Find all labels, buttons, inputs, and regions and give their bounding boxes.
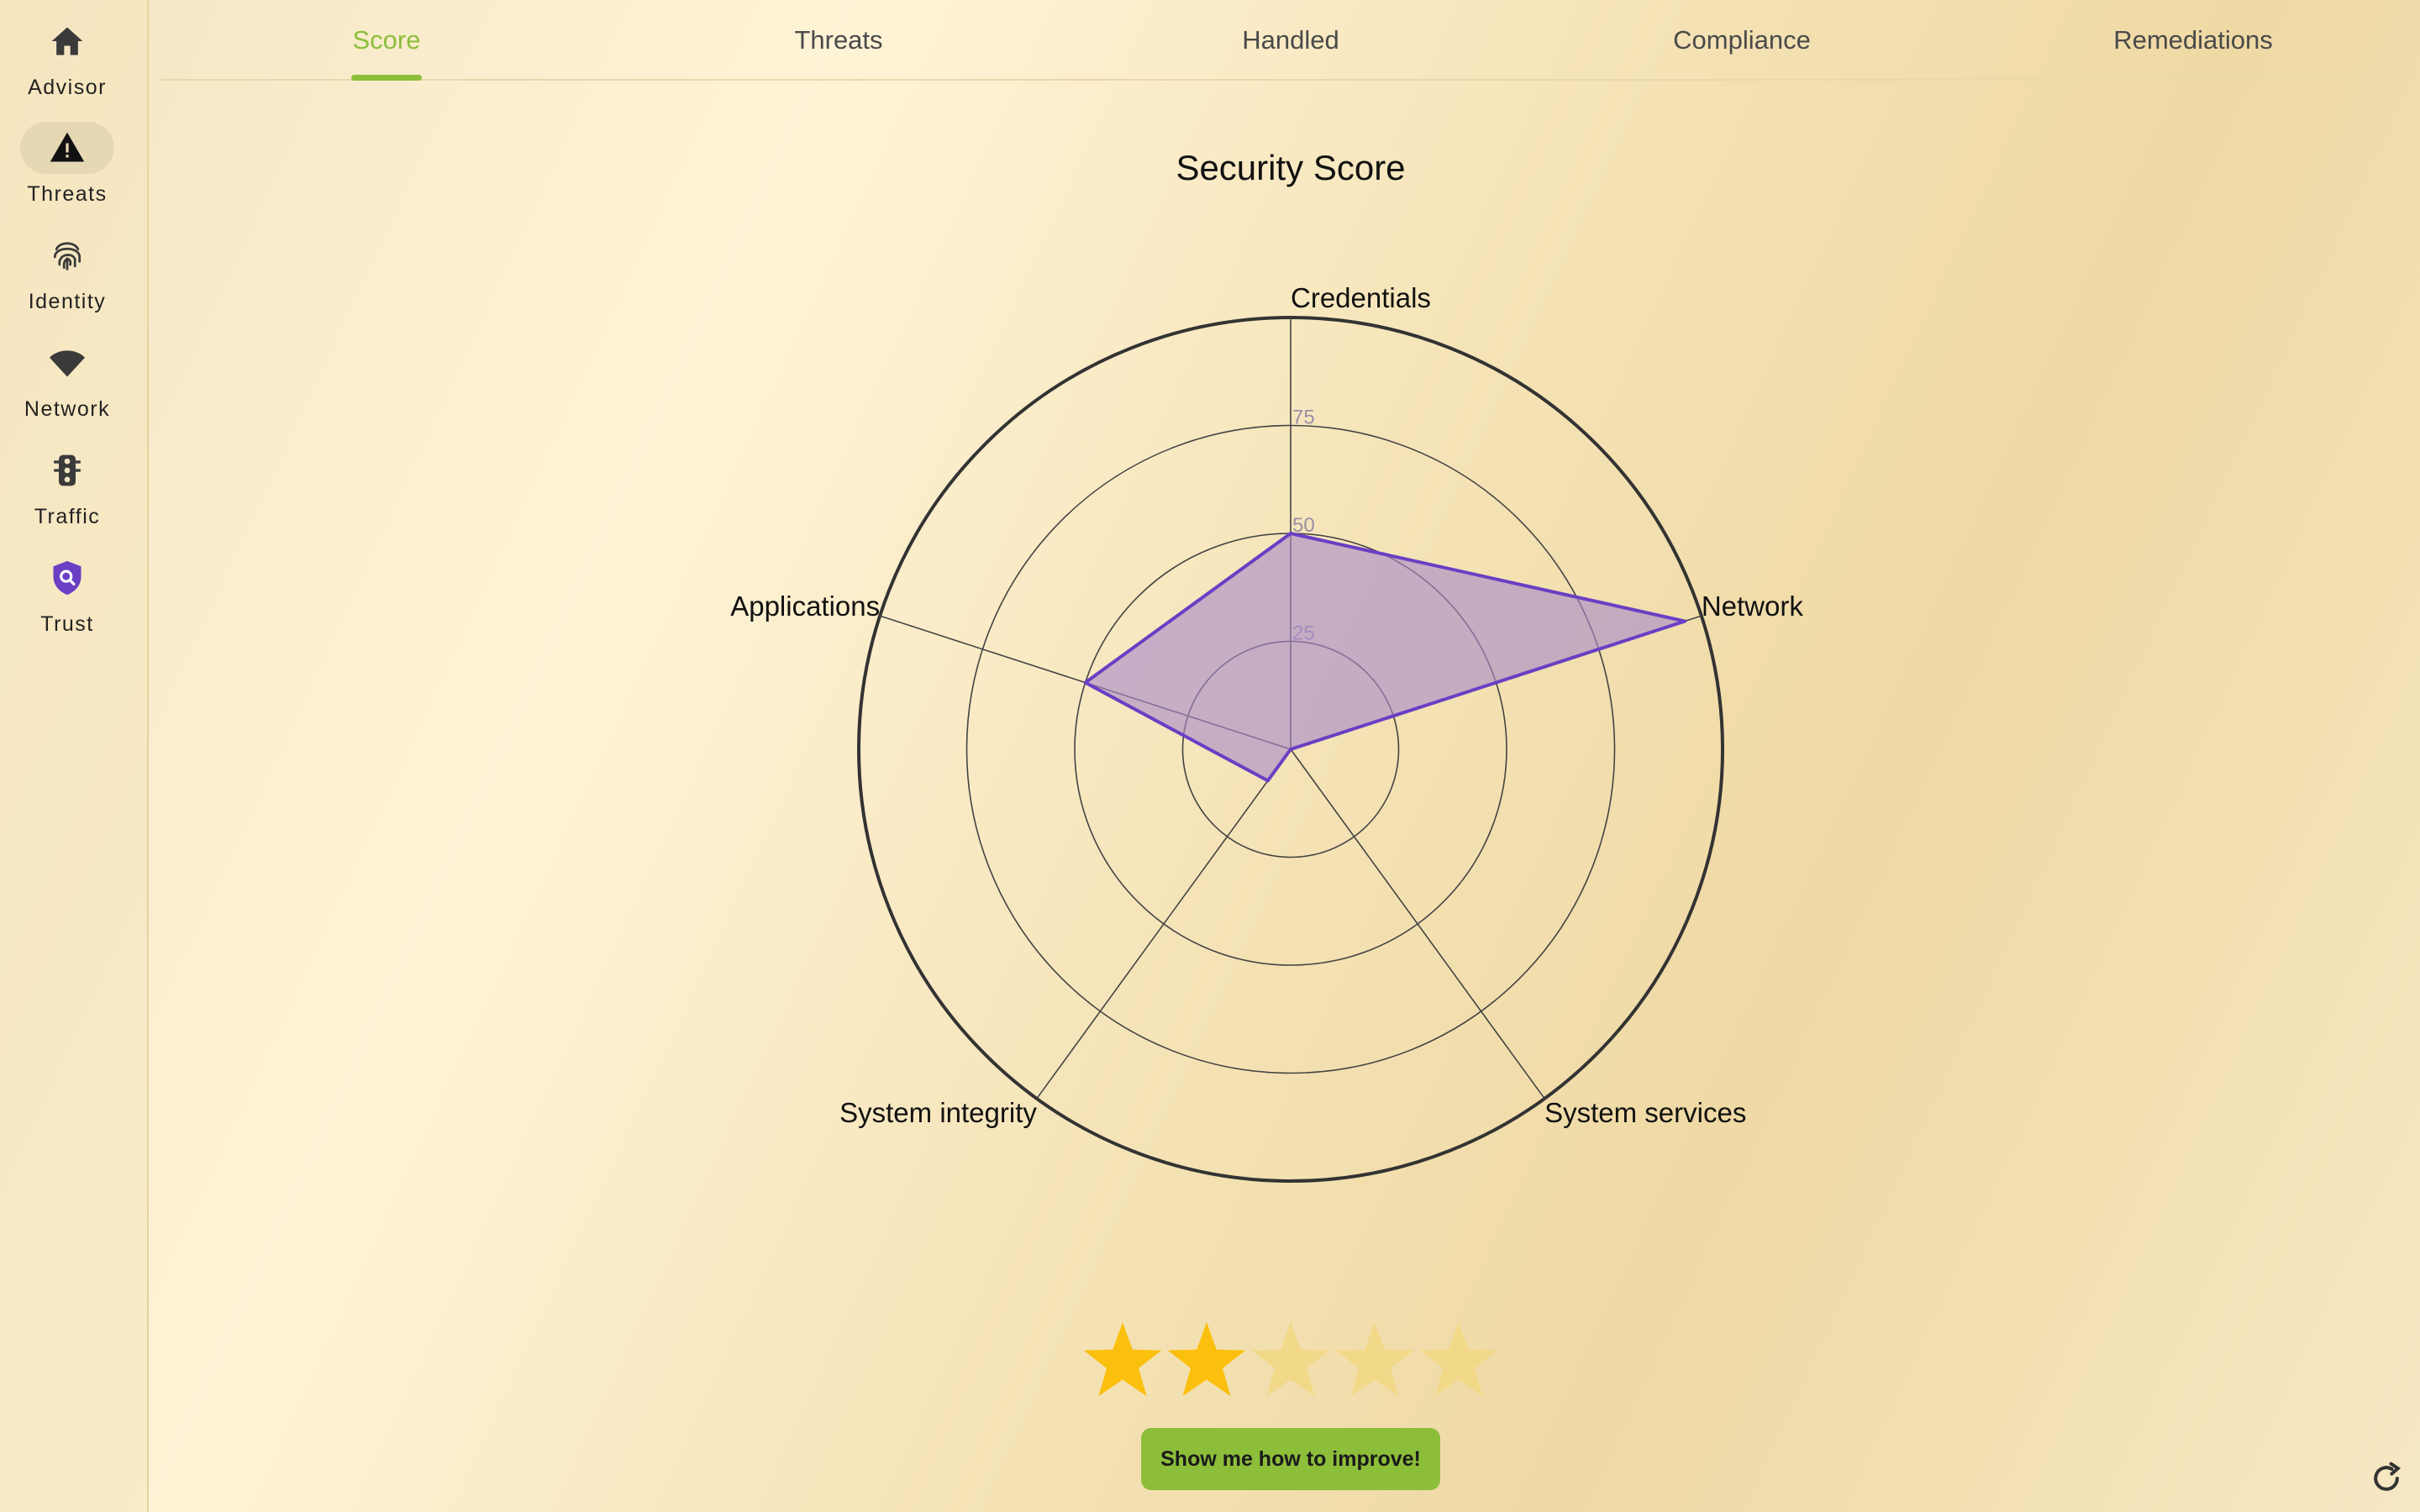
axis-label: System integrity xyxy=(839,1097,1037,1128)
score-area xyxy=(1083,532,1687,783)
axis-label: Network xyxy=(1702,591,1804,622)
star-icon xyxy=(1333,1319,1417,1403)
star-rating xyxy=(1081,1319,1501,1403)
axis-label: System services xyxy=(1544,1097,1746,1128)
axis-spoke xyxy=(1290,748,1545,1100)
star-icon xyxy=(1249,1319,1333,1403)
tick-label: 75 xyxy=(1292,407,1315,429)
axis-label: Applications xyxy=(730,591,880,622)
star-icon xyxy=(1081,1319,1165,1403)
axis-spoke xyxy=(1036,748,1292,1100)
show-improve-button[interactable]: Show me how to improve! xyxy=(1141,1428,1440,1490)
refresh-icon[interactable] xyxy=(2368,1460,2405,1497)
star-icon xyxy=(1417,1319,1501,1403)
axis-label: Credentials xyxy=(1291,282,1431,313)
star-icon xyxy=(1165,1319,1249,1403)
security-score-radar-chart: 255075CredentialsNetworkSystem servicesS… xyxy=(730,282,1804,1183)
